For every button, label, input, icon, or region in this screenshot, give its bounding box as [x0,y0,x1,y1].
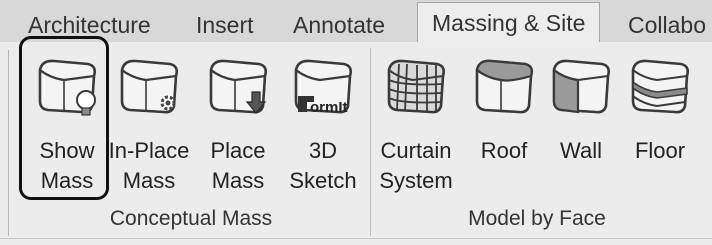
tab-collaborate[interactable]: Collabo [628,8,706,42]
panel-title-model-by-face: Model by Face [468,207,606,230]
place-mass-button[interactable]: Place Mass [199,56,277,196]
roof-face-icon [471,56,537,118]
formit-icon: ormIt [290,56,356,118]
in-place-mass-label-1: In-Place [108,138,190,163]
floor-label: Floor [634,138,686,163]
3d-sketch-button[interactable]: ormIt 3D Sketch [284,56,362,196]
ribbon-tab-bar: Architecture Insert Annotate Massing & S… [0,0,712,43]
floor-face-icon [627,56,693,118]
in-place-mass-button[interactable]: In-Place Mass [109,56,189,196]
ribbon-bottom-border [0,238,712,239]
place-mass-label-2: Mass [211,168,265,193]
wall-label: Wall [560,138,602,163]
mass-down-arrow-icon [205,56,271,118]
revit-ribbon: Architecture Insert Annotate Massing & S… [0,0,712,245]
curtain-system-label-1: Curtain [380,138,452,163]
roof-by-face-button[interactable]: Roof [465,56,543,196]
place-mass-label-1: Place [210,138,266,163]
show-mass-highlight-box [19,36,109,200]
tab-massing-and-site[interactable]: Massing & Site [417,2,601,42]
floor-by-face-button[interactable]: Floor [621,56,699,196]
curtain-system-label-2: System [379,168,453,193]
wall-face-icon [548,56,614,118]
panel-title-conceptual-mass: Conceptual Mass [109,207,273,230]
3d-sketch-label-1: 3D [308,138,338,163]
in-place-mass-label-2: Mass [122,168,176,193]
3d-sketch-label-2: Sketch [289,168,357,193]
wall-by-face-button[interactable]: Wall [542,56,620,196]
ribbon-left-edge [0,50,9,236]
formit-badge-text: ormIt [310,99,348,116]
tab-annotate[interactable]: Annotate [293,8,385,42]
tab-insert[interactable]: Insert [196,8,254,42]
mass-gear-icon [116,56,182,118]
curtain-grid-icon [383,56,449,118]
curtain-system-button[interactable]: Curtain System [377,56,455,196]
